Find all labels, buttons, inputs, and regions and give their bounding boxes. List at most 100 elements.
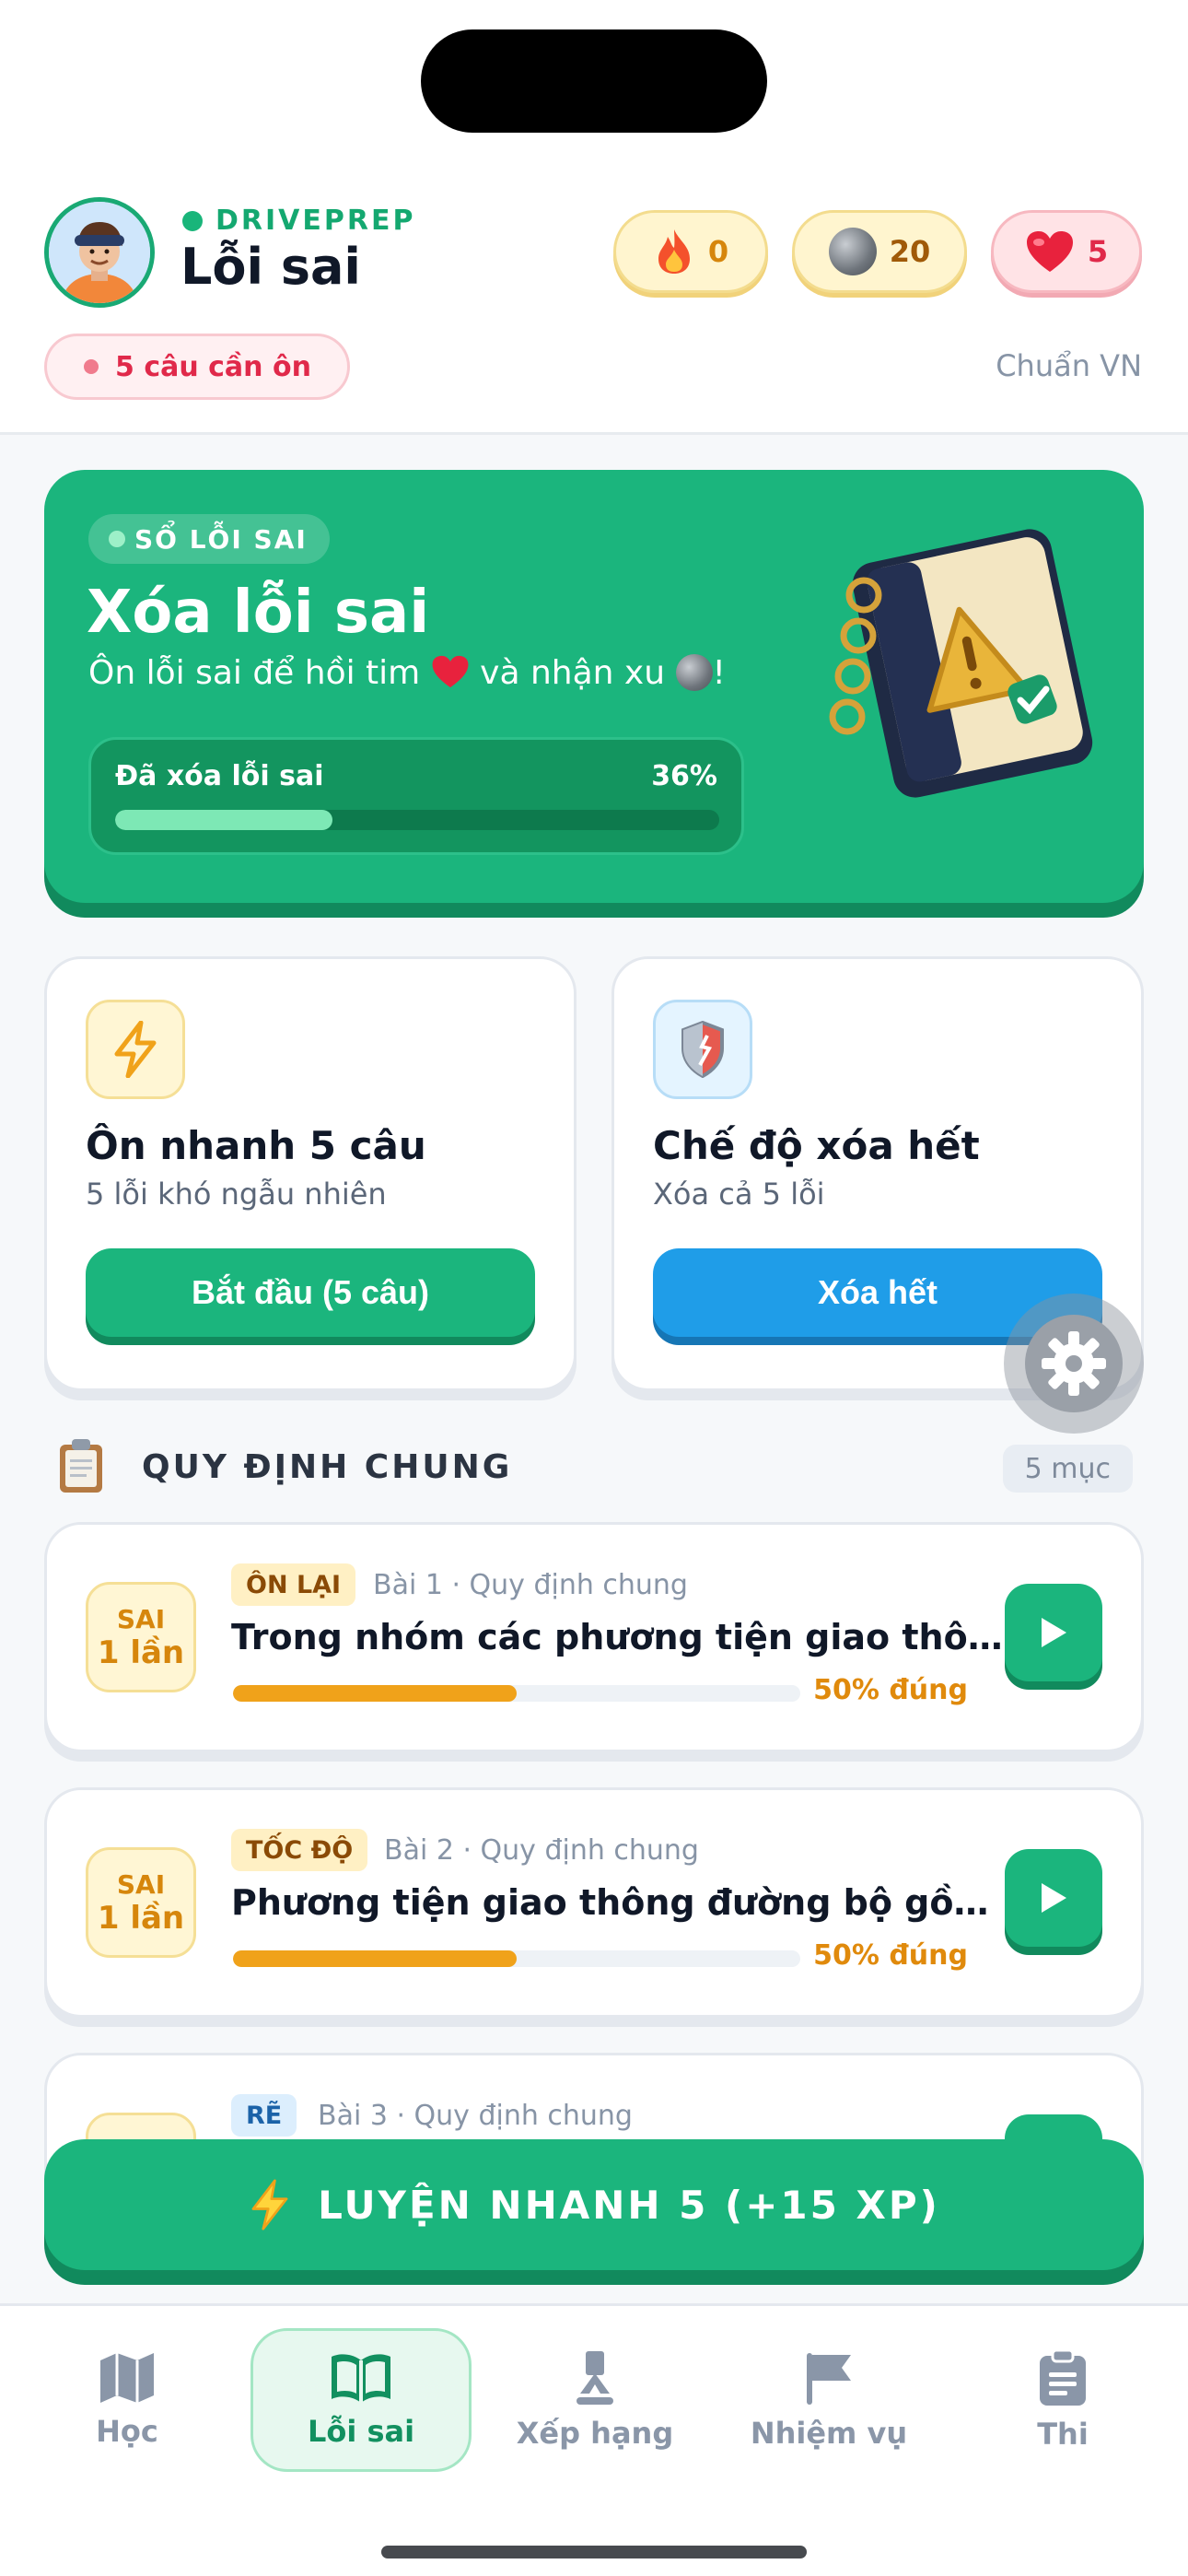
tab-leaderboard[interactable]: Xếp hạng [484,2328,705,2472]
review-dot [84,359,99,374]
start-quick-review-button[interactable]: Bắt đầu (5 câu) [86,1248,535,1337]
card-subtitle: 5 lỗi khó ngẫu nhiên [86,1177,387,1212]
heart-count: 5 [1087,234,1109,269]
dynamic-island [421,29,767,133]
section-title: QUY ĐỊNH CHUNG [142,1448,513,1486]
online-dot [182,210,203,231]
tab-quests[interactable]: Nhiệm vụ [718,2328,939,2472]
hero-subtitle: Ôn lỗi sai để hồi tim và nhận xu ! [88,654,726,692]
review-count-pill[interactable]: 5 câu cần ôn [44,334,350,400]
hero-title: Xóa lỗi sai [87,579,430,647]
mistake-item[interactable]: SAI 1 lần ÔN LẠI Bài 1 · Quy định chung … [44,1522,1144,1752]
clipboard-icon [1040,2348,1086,2406]
topic-tag: TỐC ĐỘ [231,1829,368,1871]
review-count-label: 5 câu cần ôn [115,350,311,383]
card-subtitle: Xóa cả 5 lỗi [653,1177,825,1212]
clipboard-icon [60,1439,102,1493]
card-title: Ôn nhanh 5 câu [86,1123,426,1168]
coin-icon [675,654,713,691]
page-title: Lỗi sai [181,238,361,296]
notebook-warning-icon [829,529,1093,798]
tab-label: Lỗi sai [307,2414,415,2449]
hero-badge: SỔ LỖI SAI [88,514,330,564]
lightning-icon-box [86,1000,185,1099]
brand-name: DRIVEPREP [215,205,416,237]
coin-count: 20 [889,234,931,269]
map-icon [100,2353,154,2403]
lesson-meta: Bài 1 · Quy định chung [373,1569,688,1601]
mistake-item[interactable]: SAI 1 lần TỐC ĐỘ Bài 2 · Quy định chung … [44,1787,1144,2018]
home-indicator [381,2546,807,2558]
coin-icon [828,228,877,275]
topic-tag: ÔN LẠI [231,1563,356,1606]
wrong-label: SAI [116,1604,166,1634]
heart-icon [432,655,469,688]
progress-fill [115,810,333,830]
progress-track [115,810,719,830]
erase-progress: Đã xóa lỗi sai 36% [88,737,744,855]
section-count: 5 mục [1002,1445,1133,1493]
lightning-icon [251,2179,288,2231]
hero-badge-label: SỔ LỖI SAI [134,523,308,555]
hero-subtitle-part1: Ôn lỗi sai để hồi tim [88,654,421,692]
tab-label: Xếp hạng [516,2416,674,2451]
shield-icon [681,1021,724,1078]
card-title: Chế độ xóa hết [653,1123,980,1168]
tab-mistakes[interactable]: Lỗi sai [250,2328,472,2472]
lightning-icon [114,1021,157,1078]
streak-count: 0 [707,234,729,269]
flag-icon [807,2353,851,2405]
progress-percent: 36% [651,760,717,792]
standard-label[interactable]: Chuẩn VN [996,348,1142,383]
tab-label: Nhiệm vụ [750,2416,908,2451]
hero-card: SỔ LỖI SAI Xóa lỗi sai Ôn lỗi sai để hồi… [44,470,1144,903]
tab-exam[interactable]: Thi [952,2328,1173,2472]
hero-subtitle-end: ! [712,654,726,692]
topic-tag: RẼ [231,2094,297,2137]
fire-icon [658,229,690,274]
quick-review-card: Ôn nhanh 5 câu 5 lỗi khó ngẫu nhiên Bắt … [44,956,577,1391]
heart-stat[interactable]: 5 [991,210,1142,293]
tab-label: Thi [1037,2417,1089,2452]
badge-dot [109,531,125,547]
quick-practice-label: LUYỆN NHANH 5 (+15 XP) [318,2182,940,2228]
accuracy-text: 50% đúng [813,1939,968,1972]
top-header: DRIVEPREP Lỗi sai 0 20 5 5 câu cần ôn Ch… [0,0,1188,435]
accuracy-fill [233,1685,517,1702]
accuracy-track [233,1685,800,1702]
tab-learn[interactable]: Học [17,2328,238,2472]
wrong-times: 1 lần [97,1634,185,1671]
ribbon-icon [577,2351,613,2405]
play-button[interactable] [1005,1584,1102,1681]
progress-label: Đã xóa lỗi sai [115,760,324,792]
question-text: Phương tiện giao thông đường bộ gồm n... [231,1882,1023,1923]
lesson-meta: Bài 3 · Quy định chung [318,2100,633,2132]
streak-stat[interactable]: 0 [613,210,768,293]
wrong-times: 1 lần [97,1900,185,1937]
shield-icon-box [653,1000,752,1099]
avatar[interactable] [44,197,155,308]
gear-button-inner [1025,1315,1123,1412]
hero-subtitle-part2: và nhận xu [480,654,666,692]
settings-fab[interactable] [1004,1294,1144,1434]
wrong-label: SAI [116,1869,166,1900]
quick-practice-button[interactable]: LUYỆN NHANH 5 (+15 XP) [44,2139,1144,2270]
brand-row: DRIVEPREP [182,205,415,237]
wrong-count-badge: SAI 1 lần [86,1847,196,1958]
accuracy-track [233,1950,800,1967]
accuracy-text: 50% đúng [813,1674,968,1706]
heart-icon [1026,231,1073,272]
accuracy-fill [233,1950,517,1967]
play-icon [1042,1883,1066,1913]
coin-stat[interactable]: 20 [792,210,967,293]
section-header: QUY ĐỊNH CHUNG 5 mục [53,1437,1133,1498]
avatar-illustration [49,202,150,303]
tab-label: Học [96,2414,158,2449]
play-icon [1042,1618,1066,1647]
question-text: Trong nhóm các phương tiện giao thông... [231,1617,1023,1657]
book-icon [332,2354,390,2403]
gear-icon [1042,1331,1106,1396]
lesson-meta: Bài 2 · Quy định chung [384,1834,699,1867]
play-button[interactable] [1005,1849,1102,1947]
bottom-tab-bar: Học Lỗi sai Xếp hạng Nhiệm vụ Thi [0,2303,1188,2576]
